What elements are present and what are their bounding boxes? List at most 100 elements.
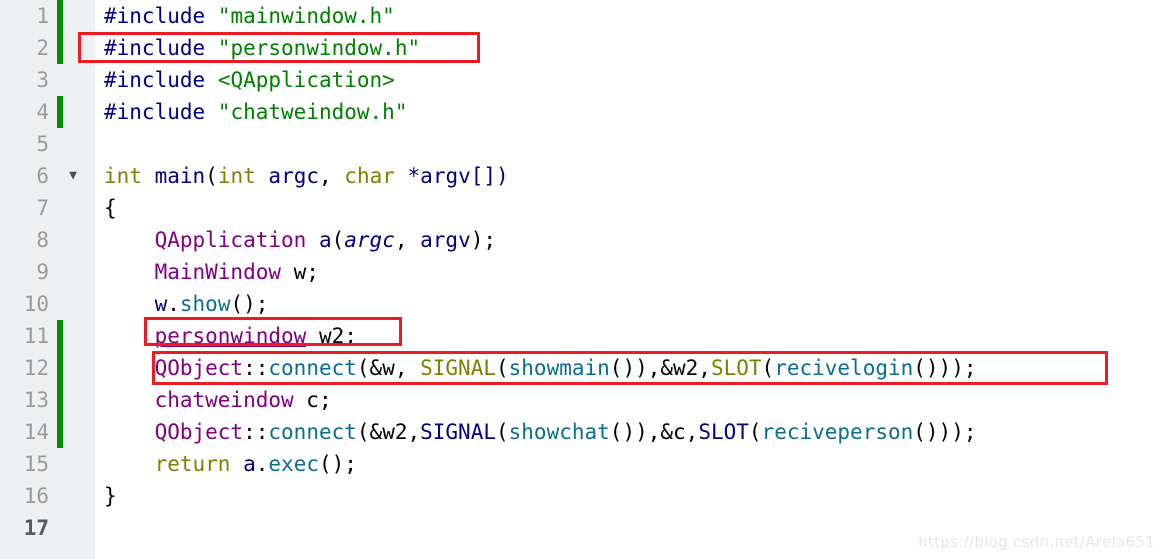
code-token: #include: [104, 4, 206, 28]
gutter-row[interactable]: 12: [0, 352, 95, 384]
line-number: 13: [23, 388, 49, 412]
line-number: 3: [36, 68, 49, 92]
code-token: a: [243, 452, 256, 476]
code-token: (&w2,: [356, 420, 421, 444]
watermark: https://blog.csdn.net/Arela651: [918, 533, 1155, 551]
code-token: #include: [104, 100, 206, 124]
code-token: MainWindow: [154, 260, 282, 284]
code-token: connect: [268, 356, 357, 380]
gutter-row[interactable]: 16: [0, 480, 95, 512]
gutter-row[interactable]: 2: [0, 32, 95, 64]
gutter-row[interactable]: 10: [0, 288, 95, 320]
gutter-row[interactable]: 9: [0, 256, 95, 288]
code-line[interactable]: }: [95, 480, 1169, 512]
line-number: 6: [36, 164, 49, 188]
code-token: "chatweindow.h": [217, 100, 408, 124]
code-token: int: [217, 164, 256, 188]
line-number: 9: [36, 260, 49, 284]
gutter-row[interactable]: 14: [0, 416, 95, 448]
gutter-row[interactable]: 13: [0, 384, 95, 416]
gutter-row[interactable]: 5: [0, 128, 95, 160]
code-token: reciveperson: [761, 420, 914, 444]
line-number: 7: [36, 196, 49, 220]
code-token: "mainwindow.h": [217, 4, 395, 28]
code-token: argc: [268, 164, 319, 188]
code-token: (: [748, 420, 762, 444]
code-line[interactable]: chatweindow c;: [95, 384, 1169, 416]
gutter-row[interactable]: 8: [0, 224, 95, 256]
gutter-row[interactable]: 6 ▼: [0, 160, 95, 192]
code-line[interactable]: personwindow w2;: [95, 320, 1169, 352]
gutter-row[interactable]: 15: [0, 448, 95, 480]
code-token: *argv[]): [407, 164, 509, 188]
code-line[interactable]: w.show();: [95, 288, 1169, 320]
code-token: int: [104, 164, 142, 188]
code-token: char: [344, 164, 395, 188]
code-token: c;: [293, 388, 332, 412]
code-line[interactable]: QObject::connect(&w, SIGNAL(showmain()),…: [95, 352, 1169, 384]
code-line[interactable]: #include "chatweindow.h": [95, 96, 1169, 128]
code-line[interactable]: #include "personwindow.h": [95, 32, 1169, 64]
code-line[interactable]: return a.exec();: [95, 448, 1169, 480]
code-line[interactable]: MainWindow w;: [95, 256, 1169, 288]
code-token: (&w,: [356, 356, 421, 380]
code-line[interactable]: {: [95, 192, 1169, 224]
code-area[interactable]: #include "mainwindow.h" #include "personw…: [95, 0, 1169, 559]
code-token: argv: [420, 228, 471, 252]
gutter-row[interactable]: 11: [0, 320, 95, 352]
line-number: 12: [23, 356, 49, 380]
code-token: (: [205, 164, 218, 188]
fold-collapse-triangle-icon[interactable]: ▼: [63, 160, 83, 192]
code-token: .: [167, 292, 180, 316]
gutter-row[interactable]: 1: [0, 0, 95, 32]
code-token: SLOT: [698, 420, 749, 444]
gutter-row[interactable]: 17: [0, 512, 95, 544]
code-token: QApplication: [154, 228, 307, 252]
editor-gutter[interactable]: 1 2 3 4 5 6 ▼ 7 8 9 10 11 12 13 14 15 16 17: [0, 0, 95, 559]
code-line[interactable]: int main(int argc, char *argv[]): [95, 160, 1169, 192]
code-token: show: [179, 292, 231, 316]
code-line[interactable]: QApplication a(argc, argv);: [95, 224, 1169, 256]
change-indicator-bar: [57, 384, 63, 416]
code-line[interactable]: #include "mainwindow.h": [95, 0, 1169, 32]
code-token: (: [495, 356, 509, 380]
line-number: 14: [23, 420, 49, 444]
code-token: chatweindow: [154, 388, 294, 412]
gutter-row[interactable]: 4: [0, 96, 95, 128]
code-token: ()));: [913, 420, 977, 444]
code-token: }: [104, 484, 117, 508]
code-token: ::: [243, 420, 269, 444]
code-token: (: [495, 420, 509, 444]
code-token: (: [761, 356, 775, 380]
code-token: return: [154, 452, 231, 476]
change-indicator-bar: [57, 32, 63, 64]
line-number: 8: [36, 228, 49, 252]
code-token: ()),&c,: [609, 420, 699, 444]
code-line[interactable]: #include <QApplication>: [95, 64, 1169, 96]
code-token: exec: [268, 452, 319, 476]
code-token: {: [104, 196, 117, 220]
code-token: ()));: [913, 356, 977, 380]
code-line[interactable]: [95, 128, 1169, 160]
code-token: main: [154, 164, 206, 188]
line-number: 1: [36, 4, 49, 28]
code-line[interactable]: QObject::connect(&w2,SIGNAL(showchat()),…: [95, 416, 1169, 448]
code-token: w: [154, 292, 168, 316]
gutter-row[interactable]: 7: [0, 192, 95, 224]
code-token: recivelogin: [774, 356, 914, 380]
code-token: ::: [243, 356, 269, 380]
code-token: );: [470, 228, 497, 252]
gutter-row[interactable]: 3: [0, 64, 95, 96]
line-number: 10: [23, 292, 49, 316]
code-editor: 1 2 3 4 5 6 ▼ 7 8 9 10 11 12 13 14 15 16 17 #include "mai…: [0, 0, 1169, 559]
